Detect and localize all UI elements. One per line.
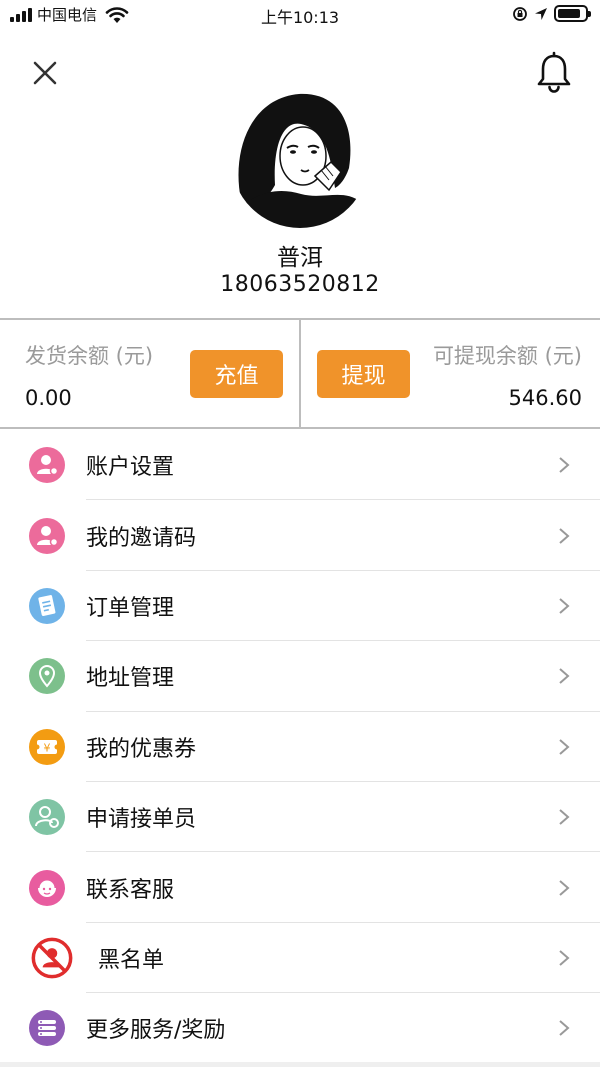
menu-item-label: 地址管理 [86, 666, 175, 692]
chevron-right-icon [559, 527, 570, 544]
location-icon [29, 658, 65, 695]
shipping-balance-label: 发货余额 (元) [25, 344, 154, 368]
chevron-right-icon [559, 738, 570, 755]
menu-item-label: 订单管理 [86, 595, 175, 621]
balance-divider [299, 320, 301, 427]
chevron-right-icon [559, 1020, 570, 1037]
invite-code-icon [29, 517, 65, 554]
menu-item-invite-code[interactable]: 我的邀请码 [0, 500, 600, 571]
menu-item-label: 我的邀请码 [86, 525, 197, 551]
withdrawable-balance-value: 546.60 [508, 386, 582, 410]
apply-courier-icon [29, 799, 65, 836]
menu-item-address-management[interactable]: 地址管理 [0, 641, 600, 712]
chevron-right-icon [559, 950, 570, 966]
rotation-lock-icon [513, 6, 527, 21]
menu-item-label: 我的优惠券 [86, 736, 197, 762]
menu-item-more-services[interactable]: 更多服务/奖励 [0, 993, 600, 1063]
account-settings-icon [29, 447, 65, 484]
menu-item-account-settings[interactable]: 账户设置 [0, 430, 600, 501]
order-icon [29, 587, 65, 624]
menu-item-label: 申请接单员 [86, 807, 197, 833]
user-phone: 18063520812 [220, 272, 380, 297]
chevron-right-icon [559, 598, 570, 614]
status-time: 上午10:13 [260, 8, 340, 27]
menu-item-order-management[interactable]: 订单管理 [0, 571, 600, 642]
avatar[interactable] [231, 90, 369, 228]
avatar-portrait-icon [231, 90, 369, 228]
more-services-icon [29, 1010, 65, 1047]
battery-icon [554, 5, 591, 22]
svg-text:¥: ¥ [44, 741, 51, 754]
menu-item-apply-courier[interactable]: 申请接单员 [0, 782, 600, 853]
chevron-right-icon [559, 668, 570, 685]
balance-panel: 发货余额 (元) 0.00 充值 提现 可提现余额 (元) 546.60 [0, 318, 600, 429]
withdraw-button[interactable]: 提现 [317, 350, 410, 398]
menu-item-customer-service[interactable]: 联系客服 [0, 852, 600, 923]
menu-item-label: 联系客服 [86, 877, 175, 903]
menu-item-label: 账户设置 [86, 455, 175, 481]
coupon-icon: ¥ [29, 728, 65, 765]
customer-service-icon [29, 869, 65, 906]
bell-icon[interactable] [534, 50, 574, 94]
chevron-right-icon [559, 879, 570, 896]
status-bar: 中国电信 上午10:13 [0, 0, 600, 30]
menu-list: 账户设置 我的邀请码 订单管理 地址管理 ¥ 我的优惠券 申请接单员 联系客服 … [0, 430, 600, 1064]
chevron-right-icon [559, 809, 570, 825]
close-icon[interactable] [28, 56, 62, 90]
menu-item-label: 黑名单 [98, 947, 165, 973]
withdrawable-balance-label: 可提现余额 (元) [432, 344, 582, 368]
status-indicators [512, 5, 591, 22]
menu-item-label: 更多服务/奖励 [86, 1018, 226, 1044]
shipping-balance-value: 0.00 [25, 386, 72, 410]
menu-item-blacklist[interactable]: 黑名单 [0, 923, 600, 994]
location-arrow-icon [535, 7, 547, 20]
recharge-button[interactable]: 充值 [190, 350, 283, 398]
chevron-right-icon [559, 457, 570, 473]
blacklist-icon [31, 937, 73, 979]
menu-item-coupons[interactable]: ¥ 我的优惠券 [0, 712, 600, 782]
bottom-band [0, 1062, 600, 1067]
user-name: 普洱 [277, 245, 323, 271]
